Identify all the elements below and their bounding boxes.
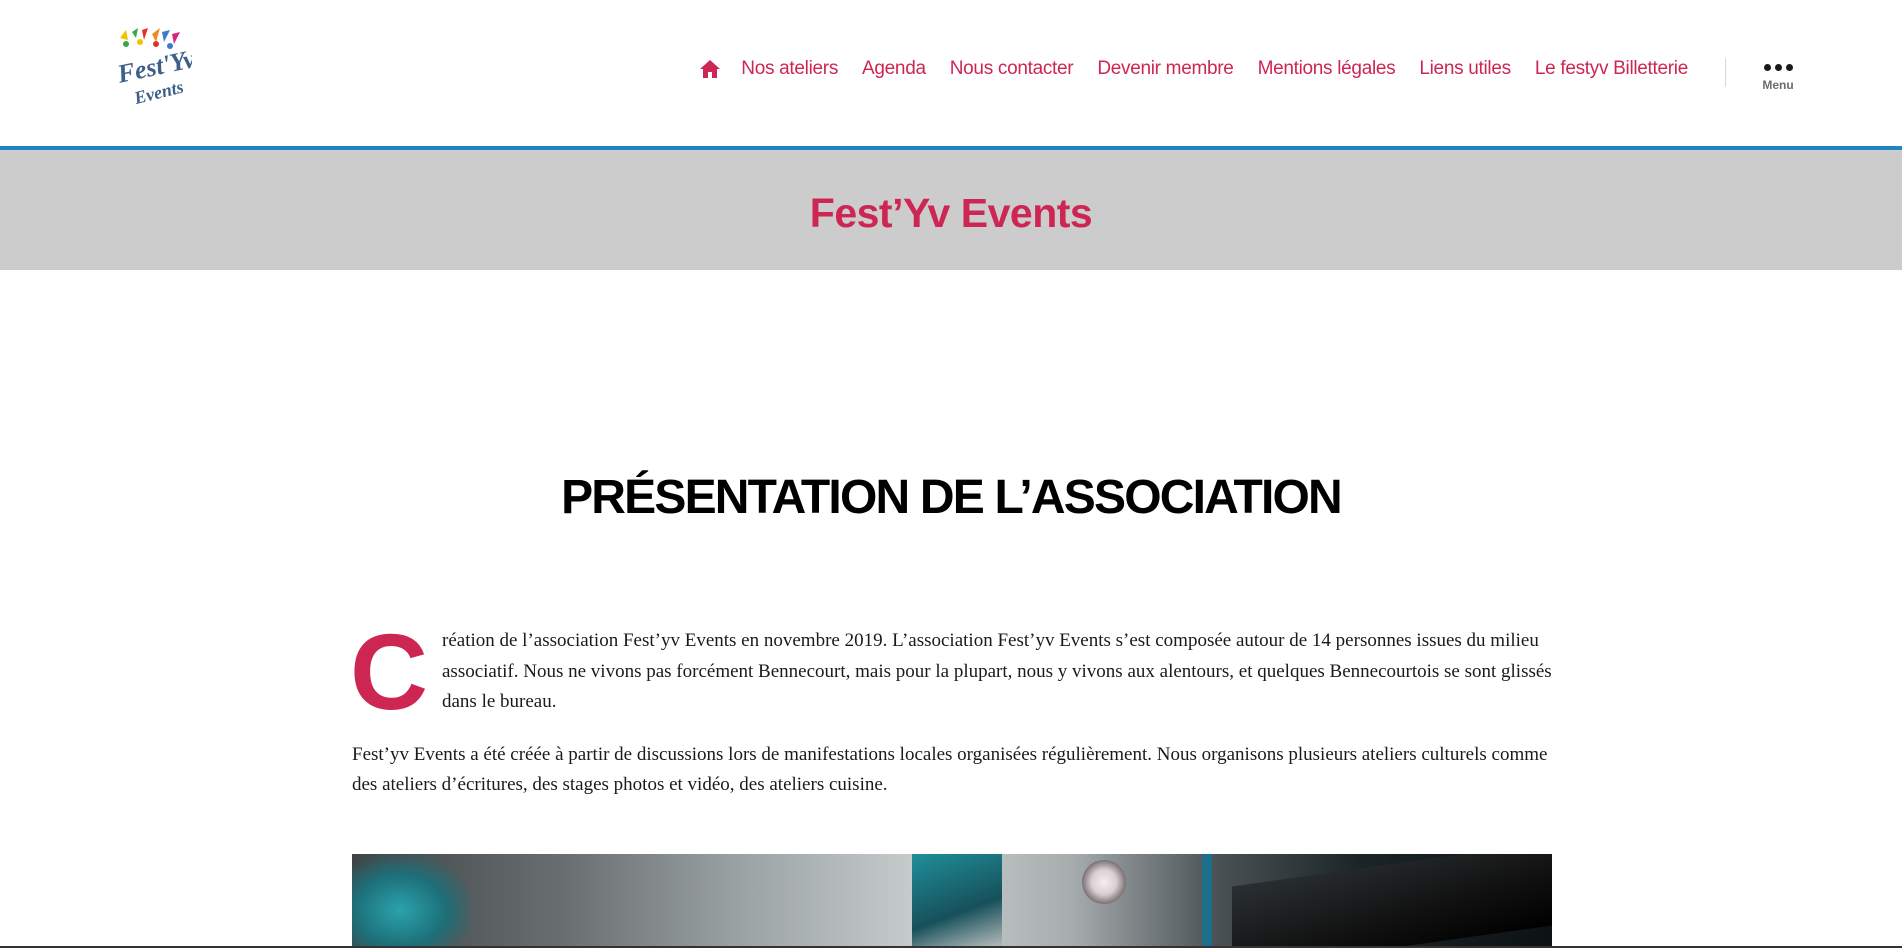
title-band: Fest’Yv Events <box>0 150 1902 270</box>
paragraph-intro: C réation de l’association Fest’yv Event… <box>350 611 1552 732</box>
home-icon[interactable] <box>699 58 721 80</box>
nav-item-agenda[interactable]: Agenda <box>862 58 926 80</box>
page-title: PRÉSENTATION DE L’ASSOCIATION <box>561 471 1343 524</box>
site-logo[interactable]: Fest'Yv Events <box>112 28 198 112</box>
logo-graphic: Fest'Yv Events <box>114 28 198 108</box>
nav-item-liens-utiles[interactable]: Liens utiles <box>1419 58 1511 80</box>
paragraph-intro-text: réation de l’association Fest’yv Events … <box>442 630 1552 712</box>
nav-item-billetterie[interactable]: Le festyv Billetterie <box>1535 58 1688 80</box>
primary-nav: Nos ateliers Agenda Nous contacter Deven… <box>699 58 1688 80</box>
nav-item-mentions-legales[interactable]: Mentions légales <box>1258 58 1396 80</box>
menu-toggle-button[interactable]: Menu <box>1740 60 1816 92</box>
dropcap-letter: C <box>350 611 428 732</box>
site-header: Fest'Yv Events Nos ateliers Agenda Nous … <box>0 0 1902 146</box>
ellipsis-icon <box>1740 60 1816 74</box>
nav-item-devenir-membre[interactable]: Devenir membre <box>1097 58 1234 80</box>
featured-image <box>352 854 1552 948</box>
menu-label: Menu <box>1762 78 1794 92</box>
paragraph-second: Fest’yv Events a été créée à partir de d… <box>352 743 1548 796</box>
nav-item-nos-ateliers[interactable]: Nos ateliers <box>741 58 838 80</box>
site-title[interactable]: Fest’Yv Events <box>0 190 1902 237</box>
article-body: C réation de l’association Fest’yv Event… <box>350 611 1552 801</box>
nav-item-nous-contacter[interactable]: Nous contacter <box>950 58 1074 80</box>
nav-divider <box>1725 58 1726 87</box>
